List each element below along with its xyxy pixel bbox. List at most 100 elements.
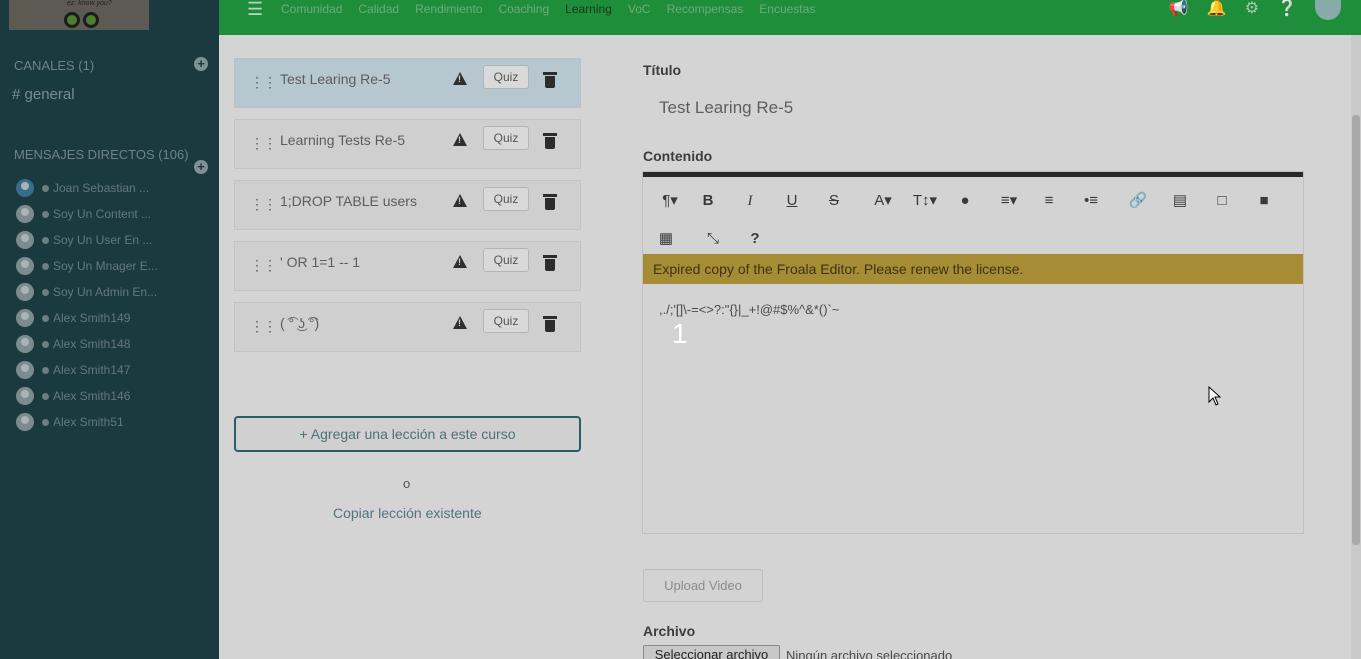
quiz-button[interactable]: Quiz bbox=[483, 248, 529, 272]
editor-content-number: 1 bbox=[672, 318, 688, 349]
nav-comunidad[interactable]: Comunidad bbox=[281, 2, 342, 16]
channels-title: CANALES (1) bbox=[14, 58, 95, 73]
gear-icon[interactable]: ⚙ bbox=[1245, 0, 1259, 18]
rich-text-editor[interactable]: ¶▾ B I U S A▾ T↕▾ ● ≡▾ ≡ •≡ 🔗 ▤ □ ■ ▦ ⤡ … bbox=[642, 171, 1304, 534]
help-icon[interactable]: ❔ bbox=[1277, 0, 1297, 18]
underline-icon[interactable]: U bbox=[780, 193, 804, 209]
nav-rendimiento[interactable]: Rendimiento bbox=[415, 2, 482, 16]
lesson-item[interactable]: ⋮⋮ Test Learing Re-5 Quiz bbox=[234, 58, 581, 108]
avatar bbox=[16, 413, 34, 431]
file-icon[interactable]: □ bbox=[1210, 193, 1234, 209]
trash-icon[interactable] bbox=[543, 194, 557, 210]
nav-coaching[interactable]: Coaching bbox=[498, 2, 549, 16]
dm-name: Soy Un Content ... bbox=[53, 207, 152, 221]
paragraph-format-icon[interactable]: ¶▾ bbox=[655, 193, 685, 209]
dm-item[interactable]: Alex Smith147 bbox=[16, 357, 158, 383]
copy-lesson-link[interactable]: Copiar lección existente bbox=[333, 505, 482, 521]
dm-item[interactable]: Alex Smith51 bbox=[16, 409, 158, 435]
status-dot bbox=[42, 340, 49, 348]
hamburger-menu-icon[interactable]: ☰ bbox=[247, 0, 263, 18]
nav-voc[interactable]: VoC bbox=[628, 2, 651, 16]
dm-item[interactable]: Alex Smith148 bbox=[16, 331, 158, 357]
logo-tagline: ez: know you? bbox=[67, 0, 112, 7]
strikethrough-icon[interactable]: S bbox=[822, 193, 846, 209]
company-logo[interactable]: ez: know you? bbox=[9, 0, 149, 30]
quiz-button[interactable]: Quiz bbox=[483, 65, 529, 89]
italic-icon[interactable]: I bbox=[738, 193, 762, 209]
dm-item[interactable]: Soy Un Admin En... bbox=[16, 279, 158, 305]
bell-icon[interactable]: 🔔 bbox=[1207, 0, 1227, 18]
nav-recompensas[interactable]: Recompensas bbox=[667, 2, 744, 16]
video-icon[interactable]: ■ bbox=[1252, 193, 1276, 209]
file-label: Archivo bbox=[643, 623, 696, 639]
dm-name: Soy Un Admin En... bbox=[53, 285, 158, 299]
nav-calidad[interactable]: Calidad bbox=[358, 2, 399, 16]
avatar bbox=[16, 179, 34, 197]
warning-icon bbox=[453, 255, 467, 268]
add-direct-message-icon[interactable]: + bbox=[194, 160, 208, 174]
font-family-icon[interactable]: A▾ bbox=[868, 193, 898, 209]
lesson-item[interactable]: ⋮⋮ ( ͡° ͜ʖ ͡°) Quiz bbox=[234, 302, 581, 352]
color-drop-icon[interactable]: ● bbox=[953, 193, 977, 209]
page-scrollbar[interactable] bbox=[1351, 35, 1361, 659]
lesson-item[interactable]: ⋮⋮ 1;DROP TABLE users Quiz bbox=[234, 180, 581, 230]
avatar bbox=[16, 335, 34, 353]
dm-item[interactable]: Soy Un User En ... bbox=[16, 227, 158, 253]
nav-encuestas[interactable]: Encuestas bbox=[759, 2, 815, 16]
lesson-item[interactable]: ⋮⋮ ' OR 1=1 -- 1 Quiz bbox=[234, 241, 581, 291]
dm-item[interactable]: Soy Un Mnager E... bbox=[16, 253, 158, 279]
or-separator: o bbox=[403, 476, 411, 491]
trash-icon[interactable] bbox=[543, 255, 557, 271]
dm-name: Alex Smith148 bbox=[53, 337, 131, 351]
file-status: Ningún archivo seleccionado bbox=[786, 648, 953, 659]
unordered-list-icon[interactable]: •≡ bbox=[1079, 193, 1103, 209]
upload-video-button[interactable]: Upload Video bbox=[643, 569, 763, 602]
drag-handle-icon[interactable]: ⋮⋮ bbox=[250, 75, 277, 89]
drag-handle-icon[interactable]: ⋮⋮ bbox=[250, 258, 277, 272]
drag-handle-icon[interactable]: ⋮⋮ bbox=[250, 136, 277, 150]
status-dot bbox=[42, 366, 49, 374]
image-icon[interactable]: ▤ bbox=[1168, 193, 1192, 209]
dm-item[interactable]: Alex Smith149 bbox=[16, 305, 158, 331]
user-avatar[interactable] bbox=[1315, 0, 1341, 20]
dm-item[interactable]: Alex Smith146 bbox=[16, 383, 158, 409]
license-warning-banner: Expired copy of the Froala Editor. Pleas… bbox=[643, 254, 1303, 284]
fullscreen-icon[interactable]: ⤡ bbox=[701, 231, 725, 247]
quiz-button[interactable]: Quiz bbox=[483, 187, 529, 211]
quiz-button[interactable]: Quiz bbox=[483, 126, 529, 150]
choose-file-button[interactable]: Seleccionar archivo bbox=[643, 645, 780, 659]
avatar bbox=[16, 361, 34, 379]
trash-icon[interactable] bbox=[543, 133, 557, 149]
drag-handle-icon[interactable]: ⋮⋮ bbox=[250, 319, 277, 333]
align-icon[interactable]: ≡▾ bbox=[993, 193, 1025, 209]
ordered-list-icon[interactable]: ≡ bbox=[1037, 193, 1061, 209]
status-dot bbox=[42, 184, 49, 192]
add-channel-icon[interactable]: + bbox=[194, 57, 208, 71]
add-lesson-button[interactable]: + Agregar una lección a este curso bbox=[234, 416, 581, 452]
dm-item[interactable]: Joan Sebastian ... bbox=[16, 175, 158, 201]
status-dot bbox=[42, 418, 49, 426]
avatar bbox=[16, 257, 34, 275]
scrollbar-thumb[interactable] bbox=[1352, 115, 1360, 545]
trash-icon[interactable] bbox=[543, 72, 557, 88]
status-dot bbox=[42, 262, 49, 270]
bold-icon[interactable]: B bbox=[696, 193, 720, 209]
channel-general[interactable]: # general bbox=[12, 86, 75, 103]
trash-icon[interactable] bbox=[543, 316, 557, 332]
avatar bbox=[16, 309, 34, 327]
link-icon[interactable]: 🔗 bbox=[1126, 193, 1150, 209]
table-icon[interactable]: ▦ bbox=[654, 231, 678, 247]
nav-learning[interactable]: Learning bbox=[565, 2, 612, 16]
top-navigation-bar: ☰ Comunidad Calidad Rendimiento Coaching… bbox=[219, 0, 1361, 35]
logo-eyes-icon bbox=[64, 12, 104, 30]
megaphone-icon[interactable]: 📢 bbox=[1169, 0, 1189, 18]
avatar bbox=[16, 231, 34, 249]
help-icon[interactable]: ? bbox=[743, 231, 767, 247]
dm-name: Joan Sebastian ... bbox=[53, 181, 150, 195]
font-size-icon[interactable]: T↕▾ bbox=[910, 193, 940, 209]
quiz-button[interactable]: Quiz bbox=[483, 309, 529, 333]
dm-item[interactable]: Soy Un Content ... bbox=[16, 201, 158, 227]
title-input[interactable]: Test Learing Re-5 bbox=[659, 98, 793, 118]
drag-handle-icon[interactable]: ⋮⋮ bbox=[250, 197, 277, 211]
lesson-item[interactable]: ⋮⋮ Learning Tests Re-5 Quiz bbox=[234, 119, 581, 169]
